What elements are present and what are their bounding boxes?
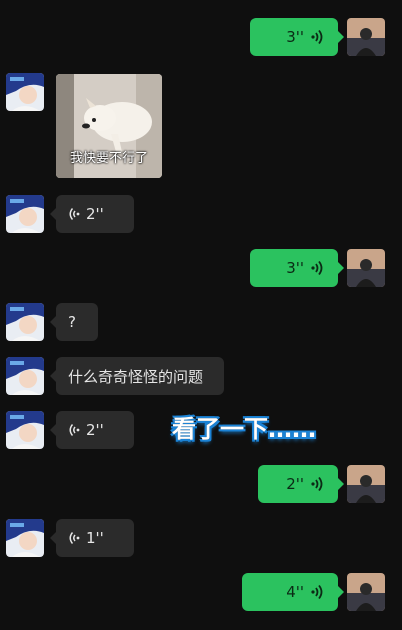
voice-duration: 3'' xyxy=(286,28,304,46)
voice-duration: 2'' xyxy=(86,421,104,439)
voice-wave-icon xyxy=(69,424,80,436)
text-message-received[interactable]: ? xyxy=(50,303,98,341)
avatar-self[interactable] xyxy=(347,249,385,287)
avatar-contact[interactable] xyxy=(6,195,44,233)
voice-wave-icon xyxy=(311,476,323,492)
voice-duration: 4'' xyxy=(286,583,304,601)
video-overlay-caption: 看了一下…… xyxy=(172,415,316,443)
voice-message-sent[interactable]: 2'' xyxy=(258,465,344,503)
voice-message-received[interactable]: 1'' xyxy=(50,519,134,557)
sticker-message[interactable]: 我快要不行了 xyxy=(56,74,162,178)
voice-message-sent[interactable]: 3'' xyxy=(250,249,344,287)
text-message-received[interactable]: 什么奇奇怪怪的问题 xyxy=(50,357,224,395)
avatar-self[interactable] xyxy=(347,573,385,611)
avatar-contact[interactable] xyxy=(6,73,44,111)
voice-duration: 2'' xyxy=(286,475,304,493)
avatar-contact[interactable] xyxy=(6,519,44,557)
voice-message-sent[interactable]: 4'' xyxy=(242,573,344,611)
sticker-caption: 我快要不行了 xyxy=(69,151,148,166)
avatar-self[interactable] xyxy=(347,18,385,56)
avatar-self[interactable] xyxy=(347,465,385,503)
avatar-contact[interactable] xyxy=(6,357,44,395)
avatar-contact[interactable] xyxy=(6,303,44,341)
voice-duration: 1'' xyxy=(86,529,104,547)
voice-message-received[interactable]: 2'' xyxy=(50,195,134,233)
message-text: 什么奇奇怪怪的问题 xyxy=(68,367,204,386)
voice-wave-icon xyxy=(311,29,323,45)
voice-wave-icon xyxy=(69,532,80,544)
avatar-contact[interactable] xyxy=(6,411,44,449)
voice-wave-icon xyxy=(311,584,323,600)
voice-duration: 2'' xyxy=(86,205,104,223)
voice-message-sent[interactable]: 3'' xyxy=(250,18,344,56)
voice-wave-icon xyxy=(69,208,80,220)
voice-duration: 3'' xyxy=(286,259,304,277)
voice-message-received[interactable]: 2'' xyxy=(50,411,134,449)
voice-wave-icon xyxy=(311,260,323,276)
message-text: ? xyxy=(68,313,76,331)
